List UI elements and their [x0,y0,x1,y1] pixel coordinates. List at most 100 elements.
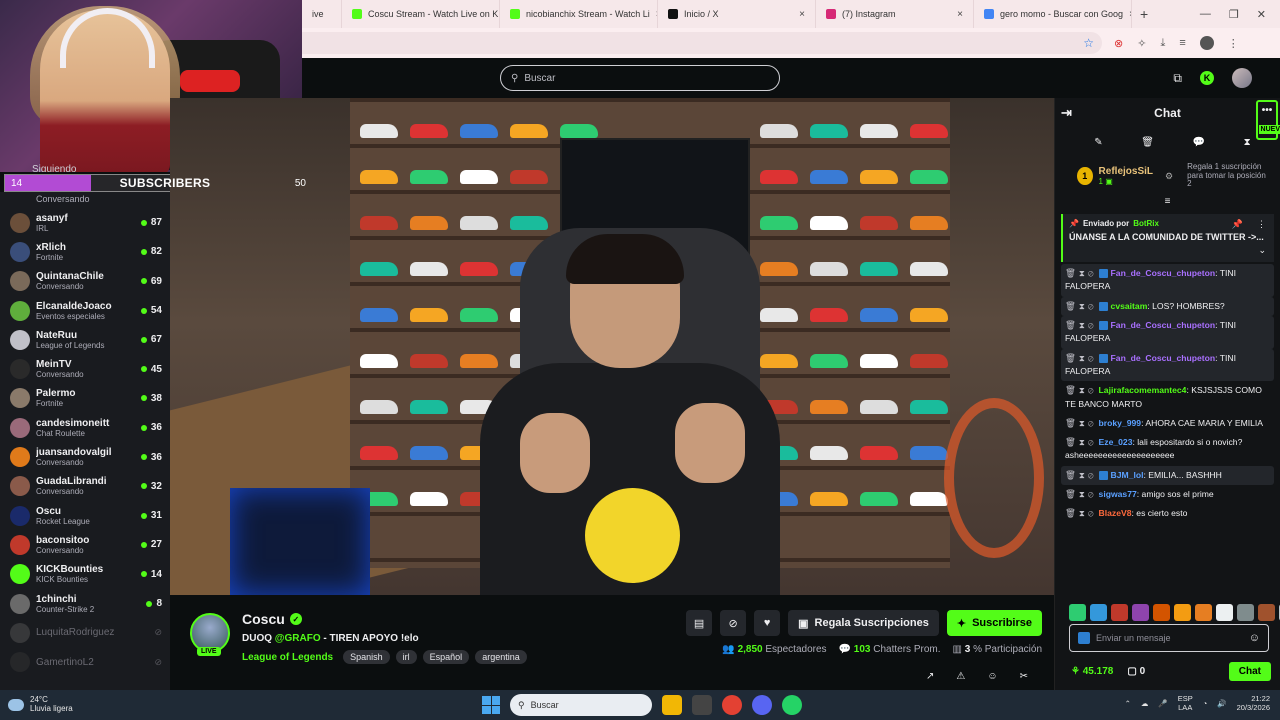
close-window-button[interactable]: ✕ [1257,8,1266,21]
extension-block-icon[interactable]: ⊗ [1114,37,1123,50]
gifter-name[interactable]: ReflejosSiL [1099,166,1153,177]
address-bar[interactable]: ☆ [302,32,1102,54]
tag-argentina[interactable]: argentina [475,650,527,664]
chat-username[interactable]: Eze_023 [1099,437,1133,447]
chat-message[interactable]: 🗑⧗⊘ sigwas77: amigo sos el prime [1061,485,1274,504]
browser-tab[interactable]: Inicio / X × [658,0,816,28]
emoji-icon[interactable]: ☺ [1249,632,1260,644]
mic-icon[interactable]: 🎤 [1158,699,1167,708]
mod-action-icons[interactable]: 🗑⧗⊘ [1065,418,1097,428]
emote-icon[interactable] [1258,604,1275,621]
emote-icon[interactable] [1153,604,1170,621]
chat-username[interactable]: cvsaitam [1111,301,1148,311]
media-controls-icon[interactable]: ≡ [1179,37,1185,49]
chat-input[interactable]: Enviar un mensaje ☺ [1069,624,1269,652]
sidebar-channel[interactable]: LuquitaRodriguez ⊘ [0,618,170,647]
emote-icon[interactable] [1069,604,1086,621]
clip-icon[interactable]: ▤ [686,610,713,636]
stream-category[interactable]: League of Legends [242,652,333,663]
sidebar-channel[interactable]: ElcanaldeJoaco Eventos especiales 54 [0,296,170,325]
chat-username[interactable]: BJM_lol [1111,470,1144,480]
expand-pinned-icon[interactable]: ≡ [1055,196,1280,210]
chat-username[interactable]: BlazeV8 [1099,508,1132,518]
follow-heart-icon[interactable]: ♥ [754,610,781,636]
chrome-icon[interactable] [722,695,742,715]
browser-menu-icon[interactable]: ⋮ [1228,37,1239,50]
chat-mode-icon[interactable]: 💬 [1193,137,1205,148]
emote-icon[interactable] [1216,604,1233,621]
tag-spanish[interactable]: Spanish [343,650,390,664]
emote-icon[interactable] [1132,604,1149,621]
mod-action-icons[interactable]: 🗑⧗⊘ [1065,268,1097,278]
tag-espanol[interactable]: Español [422,650,470,664]
mod-action-icons[interactable]: 🗑⧗⊘ [1065,353,1097,363]
subscribe-button[interactable]: ✦ Suscribirse [946,610,1042,636]
chat-username[interactable]: sigwas77 [1099,489,1137,499]
stream-title-mention[interactable]: @GRAFO [275,633,321,644]
emote-icon[interactable] [1111,604,1128,621]
sidebar-channel[interactable]: Oscu Rocket League 31 [0,501,170,530]
mod-action-icons[interactable]: 🗑⧗⊘ [1065,489,1097,499]
sidebar-channel[interactable]: GamertinoL2 ⊘ [0,647,170,676]
browser-tab[interactable]: nicobianchix Stream - Watch Li× [500,0,658,28]
maximize-button[interactable]: ❐ [1229,8,1239,21]
sidebar-channel[interactable]: xRlich Fortnite 82 [0,237,170,266]
discord-icon[interactable] [752,695,772,715]
user-avatar[interactable] [1232,68,1252,88]
pinned-more-icon[interactable]: ⋮ [1257,219,1266,230]
new-tab-button[interactable]: + [1132,6,1156,22]
sidebar-channel[interactable]: Palermo Fortnite 38 [0,384,170,413]
collapse-chat-icon[interactable]: ⇥ [1061,105,1072,121]
chat-message[interactable]: 🗑⧗⊘ BJM_lol: EMILIA... BASHHH [1061,465,1274,486]
badge-icon[interactable] [1078,632,1090,644]
pinned-bot-name[interactable]: BotRix [1133,219,1159,228]
tab-close-icon[interactable]: × [799,9,805,20]
mod-action-icons[interactable]: 🗑⧗⊘ [1065,437,1097,447]
windows-start-icon[interactable] [482,696,500,714]
emote-icon[interactable] [1237,604,1254,621]
sidebar-channel[interactable]: baconsitoo Conversando 27 [0,530,170,559]
mod-action-icons[interactable]: 🗑⧗⊘ [1065,385,1097,395]
chat-message[interactable]: 🗑⧗⊘ Eze_023: lali espositardo si o novich… [1061,433,1274,466]
send-chat-button[interactable]: Chat [1228,661,1271,681]
mod-hammer-icon[interactable]: ✎ [1094,137,1102,148]
mod-action-icons[interactable]: 🗑⧗⊘ [1065,320,1097,330]
sidebar-channel[interactable]: KICKBounties KICK Bounties 14 [0,560,170,589]
sidebar-channel[interactable]: 1chinchi Counter-Strike 28 [0,589,170,618]
chat-message[interactable]: 🗑⧗⊘ Fan_de_Coscu_chupeton: TINI FALOPERA [1061,348,1274,382]
browser-tab[interactable]: ive [302,0,342,28]
user-icon[interactable]: ☺ [987,671,997,682]
search-input[interactable]: ⚲ Buscar [500,65,780,91]
clip-scissors-icon[interactable]: ✂ [1020,671,1028,682]
chat-username[interactable]: Fan_de_Coscu_chupeton [1111,353,1216,363]
unpin-icon[interactable]: 📌 [1232,219,1243,230]
chat-message[interactable]: 🗑⧗⊘ Fan_de_Coscu_chupeton: TINI FALOPERA [1061,315,1274,349]
channel-name[interactable]: Coscu [242,611,285,627]
report-icon[interactable]: ⚠ [956,671,965,682]
browser-tab[interactable]: Coscu Stream - Watch Live on K× [342,0,500,28]
download-icon[interactable]: ⤓ [1160,37,1165,50]
extensions-puzzle-icon[interactable]: ✧ [1137,37,1146,50]
weather-widget[interactable]: 24°C Lluvia ligera [0,695,73,714]
chat-message[interactable]: 🗑⧗⊘ broky_999: AHORA CAE MARIA Y EMILIA [1061,414,1274,433]
emote-icon[interactable] [1195,604,1212,621]
chat-message[interactable]: 🗑⧗⊘ BlazeV8: es cierto esto [1061,504,1274,523]
whatsapp-icon[interactable] [782,695,802,715]
theater-mode-icon[interactable]: ⧉ [1173,71,1182,86]
tab-close-icon[interactable]: × [957,9,963,20]
sidebar-channel[interactable]: NateRuu League of Legends 67 [0,325,170,354]
settings-app-icon[interactable] [692,695,712,715]
browser-tab[interactable]: gero momo - Buscar con Goog× [974,0,1132,28]
sidebar-channel[interactable]: MeinTV Conversando 45 [0,354,170,383]
wifi-icon[interactable]: ◔ [1203,699,1208,708]
sidebar-channel[interactable]: GuadaLibrandi Conversando 32 [0,472,170,501]
file-explorer-icon[interactable] [662,695,682,715]
mute-notifications-icon[interactable]: ⊘ [720,610,747,636]
emote-icon[interactable] [1174,604,1191,621]
emote-icon[interactable] [1090,604,1107,621]
trash-icon[interactable]: 🗑 [1141,137,1154,148]
network-icon[interactable]: ☁ [1141,699,1149,708]
kick-points-icon[interactable]: K [1200,71,1214,85]
chat-message[interactable]: 🗑⧗⊘ Lajirafacomemantec4: KSJSJSJS COMO TE… [1061,381,1274,414]
chat-more-button[interactable]: ••• [1256,100,1278,140]
